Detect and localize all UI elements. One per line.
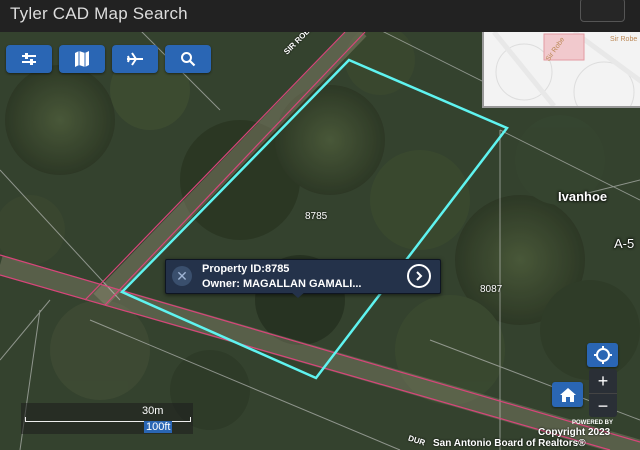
- chevron-right-icon[interactable]: [407, 264, 431, 288]
- property-id-text: Property ID:8785: [202, 263, 290, 275]
- filter-button[interactable]: [6, 45, 52, 73]
- search-button[interactable]: [165, 45, 211, 73]
- attribution-text: San Antonio Board of Realtors®: [433, 438, 586, 449]
- overview-map[interactable]: Sir Robe Sir Robe: [482, 32, 640, 108]
- close-icon[interactable]: ✕: [172, 266, 192, 286]
- home-icon: [559, 387, 576, 402]
- place-label-partial: A-5: [614, 236, 635, 251]
- flight-button[interactable]: [112, 45, 158, 73]
- scale-bar: 30m 100ft: [21, 403, 193, 434]
- app-title: Tyler CAD Map Search: [10, 4, 188, 23]
- popup-caret: [290, 291, 306, 298]
- app-header: Tyler CAD Map Search: [0, 0, 640, 32]
- locate-button[interactable]: [587, 343, 618, 367]
- parcel-number-right: 8087: [480, 284, 503, 295]
- search-icon: [181, 52, 196, 67]
- overview-street-label-2: Sir Robe: [610, 36, 638, 43]
- map-icon: [75, 51, 89, 67]
- powered-by-text: POWERED BY: [572, 420, 614, 426]
- zoom-out-button[interactable]: −: [589, 393, 617, 418]
- scale-metric: 30m: [142, 405, 164, 417]
- map-layers-button[interactable]: [59, 45, 105, 73]
- copyright-text: Copyright 2023: [538, 427, 611, 438]
- parcel-number-main: 8785: [305, 211, 328, 222]
- sliders-icon: [22, 53, 36, 65]
- owner-text: Owner: MAGALLAN GAMALI...: [202, 278, 362, 290]
- place-label-ivanhoe: Ivanhoe: [558, 189, 608, 204]
- zoom-in-button[interactable]: +: [589, 369, 617, 393]
- property-popup[interactable]: ✕ Property ID:8785 Owner: MAGALLAN GAMAL…: [165, 259, 441, 298]
- crosshair-icon: [593, 346, 612, 364]
- header-menu-button[interactable]: [580, 0, 625, 22]
- scale-imperial: 100ft: [144, 421, 173, 433]
- zoom-controls: + −: [589, 369, 617, 417]
- home-button[interactable]: [552, 382, 583, 407]
- airplane-icon: [127, 52, 143, 66]
